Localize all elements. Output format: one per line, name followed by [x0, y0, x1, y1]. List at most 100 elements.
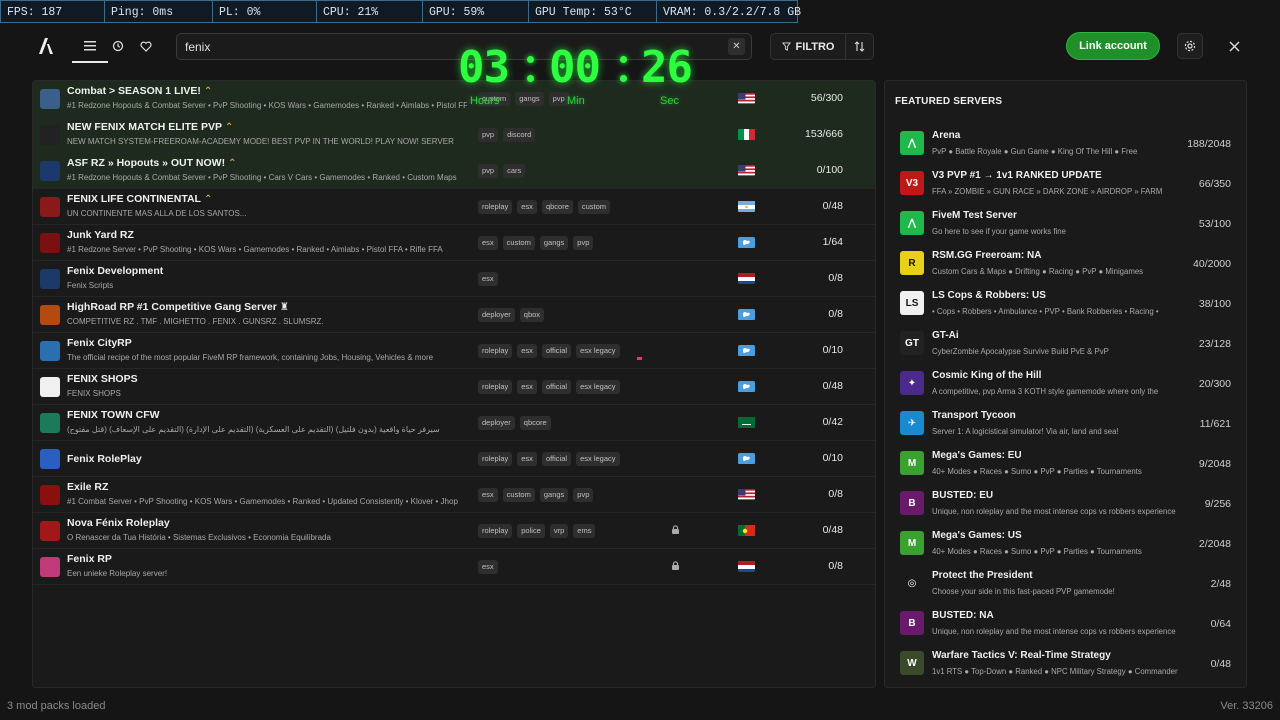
favorites-heart-icon[interactable]: [132, 34, 160, 58]
player-count: 0/10: [822, 452, 843, 464]
server-tag[interactable]: roleplay: [478, 524, 513, 538]
server-tag[interactable]: discord: [503, 128, 536, 142]
server-tag[interactable]: pvp: [478, 164, 499, 178]
country-flag-icon: [738, 164, 755, 176]
server-tag[interactable]: gangs: [539, 236, 569, 250]
server-tag[interactable]: ems: [573, 524, 596, 538]
featured-player-count: 38/100: [1198, 298, 1231, 310]
fivem-logo-icon[interactable]: [36, 36, 56, 56]
server-tag[interactable]: roleplay: [478, 344, 513, 358]
server-tag[interactable]: roleplay: [478, 380, 513, 394]
featured-server-item[interactable]: W Warfare Tactics V: Real-Time Strategy 1v…: [885, 642, 1246, 682]
server-row[interactable]: FENIX LIFE CONTINENTAL ⌃ UN CONTINENTE MAS…: [33, 189, 875, 225]
list-view-icon[interactable]: [72, 34, 108, 63]
player-count: 153/666: [805, 128, 843, 140]
featured-server-item[interactable]: B BUSTED: NA Unique, non roleplay and the …: [885, 602, 1246, 642]
server-tag[interactable]: esx: [517, 452, 537, 466]
server-icon: [40, 341, 60, 361]
player-count: 0/8: [828, 560, 843, 572]
featured-server-item[interactable]: V3 V3 PVP #1 → 1v1 RANKED UPDATE FFA » ZOM…: [885, 162, 1246, 202]
server-tag[interactable]: esx: [478, 236, 498, 250]
filter-button[interactable]: FILTRO: [770, 33, 846, 60]
server-row[interactable]: FENIX SHOPS FENIX SHOPS roleplay esx officia…: [33, 369, 875, 405]
server-tag[interactable]: esx: [517, 344, 537, 358]
server-row[interactable]: Fenix RP Een unieke Roleplay server! esx 0/…: [33, 549, 875, 585]
link-account-button[interactable]: Link account: [1066, 32, 1160, 60]
server-tag[interactable]: qbcore: [541, 200, 573, 214]
server-tag[interactable]: esx: [478, 272, 498, 286]
server-tag[interactable]: official: [541, 380, 572, 394]
featured-server-item[interactable]: ⋀ Arena PvP ● Battle Royale ● Gun Game ● K…: [885, 122, 1246, 162]
server-tag[interactable]: esx: [517, 200, 537, 214]
server-tag[interactable]: official: [541, 344, 572, 358]
server-row[interactable]: FENIX TOWN CFW سيرفر حياة واقعية (بدون فل…: [33, 405, 875, 441]
server-tag[interactable]: roleplay: [478, 200, 513, 214]
server-row[interactable]: Fenix Development Fenix Scripts esx 0/8: [33, 261, 875, 297]
server-tag[interactable]: qbox: [519, 308, 545, 322]
server-tag[interactable]: custom: [502, 488, 535, 502]
server-tag[interactable]: cars: [503, 164, 526, 178]
server-row[interactable]: Fenix CityRP The official recipe of the m…: [33, 333, 875, 369]
server-row[interactable]: Combat > SEASON 1 LIVE! ⌃ #1 Redzone Hopou…: [33, 81, 875, 117]
server-tag[interactable]: pvp: [573, 488, 594, 502]
featured-server-item[interactable]: ✈ Transport Tycoon Server 1: A logicistica…: [885, 402, 1246, 442]
server-tag[interactable]: esx legacy: [576, 452, 620, 466]
featured-player-count: 188/2048: [1187, 138, 1231, 150]
server-tag[interactable]: esx legacy: [576, 380, 620, 394]
server-tag[interactable]: roleplay: [478, 452, 513, 466]
featured-server-item[interactable]: ✦ Cosmic King of the Hill A competitive, p…: [885, 362, 1246, 402]
featured-server-item[interactable]: LS LS Cops & Robbers: US • Cops • Robbers …: [885, 282, 1246, 322]
featured-server-item[interactable]: M Mega's Games: US 40+ Modes ● Races ● Sum…: [885, 522, 1246, 562]
featured-server-description: CyberZombie Apocalypse Survive Build PvE…: [932, 347, 1109, 356]
server-name: Combat > SEASON 1 LIVE! ⌃: [67, 85, 213, 97]
server-tags: roleplay esx official esx legacy: [478, 380, 620, 394]
server-tag[interactable]: gangs: [539, 488, 569, 502]
featured-server-item[interactable]: R RSM.GG Freeroam: NA Custom Cars & Maps ●…: [885, 242, 1246, 282]
server-tag[interactable]: esx: [517, 380, 537, 394]
featured-server-item[interactable]: ◎ Protect the President Choose your side i…: [885, 562, 1246, 602]
server-row[interactable]: ASF RZ » Hopouts » OUT NOW! ⌃ #1 Redzone H…: [33, 153, 875, 189]
server-tag[interactable]: vrp: [549, 524, 569, 538]
server-tag[interactable]: esx: [478, 488, 498, 502]
server-name: Fenix Development: [67, 265, 164, 277]
server-tag[interactable]: esx: [478, 560, 498, 574]
server-row[interactable]: Junk Yard RZ #1 Redzone Server • PvP Shoo…: [33, 225, 875, 261]
server-tag[interactable]: qbcore: [519, 416, 551, 430]
featured-server-item[interactable]: M Mega's Games: EU 40+ Modes ● Races ● Sum…: [885, 442, 1246, 482]
featured-server-description: A competitive, pvp Arma 3 KOTH style gam…: [932, 387, 1159, 396]
history-icon[interactable]: [104, 34, 132, 58]
server-tag[interactable]: custom: [577, 200, 611, 214]
close-icon[interactable]: [1221, 33, 1247, 59]
country-flag-icon: [738, 92, 755, 104]
server-row[interactable]: Fenix RolePlay roleplay esx official esx leg…: [33, 441, 875, 477]
server-tag[interactable]: pvp: [573, 236, 594, 250]
timer-seconds-label: Sec: [660, 95, 679, 107]
server-tag[interactable]: esx legacy: [576, 344, 620, 358]
country-flag-icon: [738, 452, 755, 464]
settings-gear-icon[interactable]: [1177, 33, 1203, 59]
server-row[interactable]: NEW FENIX MATCH ELITE PVP ⌃ NEW MATCH SYST…: [33, 117, 875, 153]
player-count: 0/8: [828, 488, 843, 500]
clear-search-icon[interactable]: ✕: [728, 38, 745, 55]
server-row[interactable]: Exile RZ #1 Combat Server • PvP Shooting …: [33, 477, 875, 513]
featured-servers-title: FEATURED SERVERS: [895, 96, 1003, 107]
featured-server-item[interactable]: ⋀ FiveM Test Server Go here to see if your…: [885, 202, 1246, 242]
server-tag[interactable]: official: [541, 452, 572, 466]
server-tag[interactable]: police: [517, 524, 545, 538]
server-name: Junk Yard RZ: [67, 229, 134, 241]
server-tag[interactable]: pvp: [478, 128, 499, 142]
timer-minutes: 00: [549, 42, 601, 93]
featured-player-count: 0/48: [1210, 658, 1231, 670]
featured-server-item[interactable]: GT GT-Ai CyberZombie Apocalypse Survive Bu…: [885, 322, 1246, 362]
server-row[interactable]: Nova Fénix Roleplay O Renascer da Tua His…: [33, 513, 875, 549]
server-row[interactable]: HighRoad RP #1 Competitive Gang Server ♜…: [33, 297, 875, 333]
country-flag-icon: [738, 524, 755, 536]
featured-player-count: 9/256: [1204, 498, 1231, 510]
featured-server-name: GT-Ai: [932, 330, 959, 341]
server-tag[interactable]: custom: [502, 236, 535, 250]
server-tags: roleplay police vrp ems: [478, 524, 596, 538]
sort-toggle-icon[interactable]: [846, 33, 874, 60]
server-tag[interactable]: deployer: [478, 416, 515, 430]
featured-server-item[interactable]: B BUSTED: EU Unique, non roleplay and the …: [885, 482, 1246, 522]
server-tag[interactable]: deployer: [478, 308, 515, 322]
